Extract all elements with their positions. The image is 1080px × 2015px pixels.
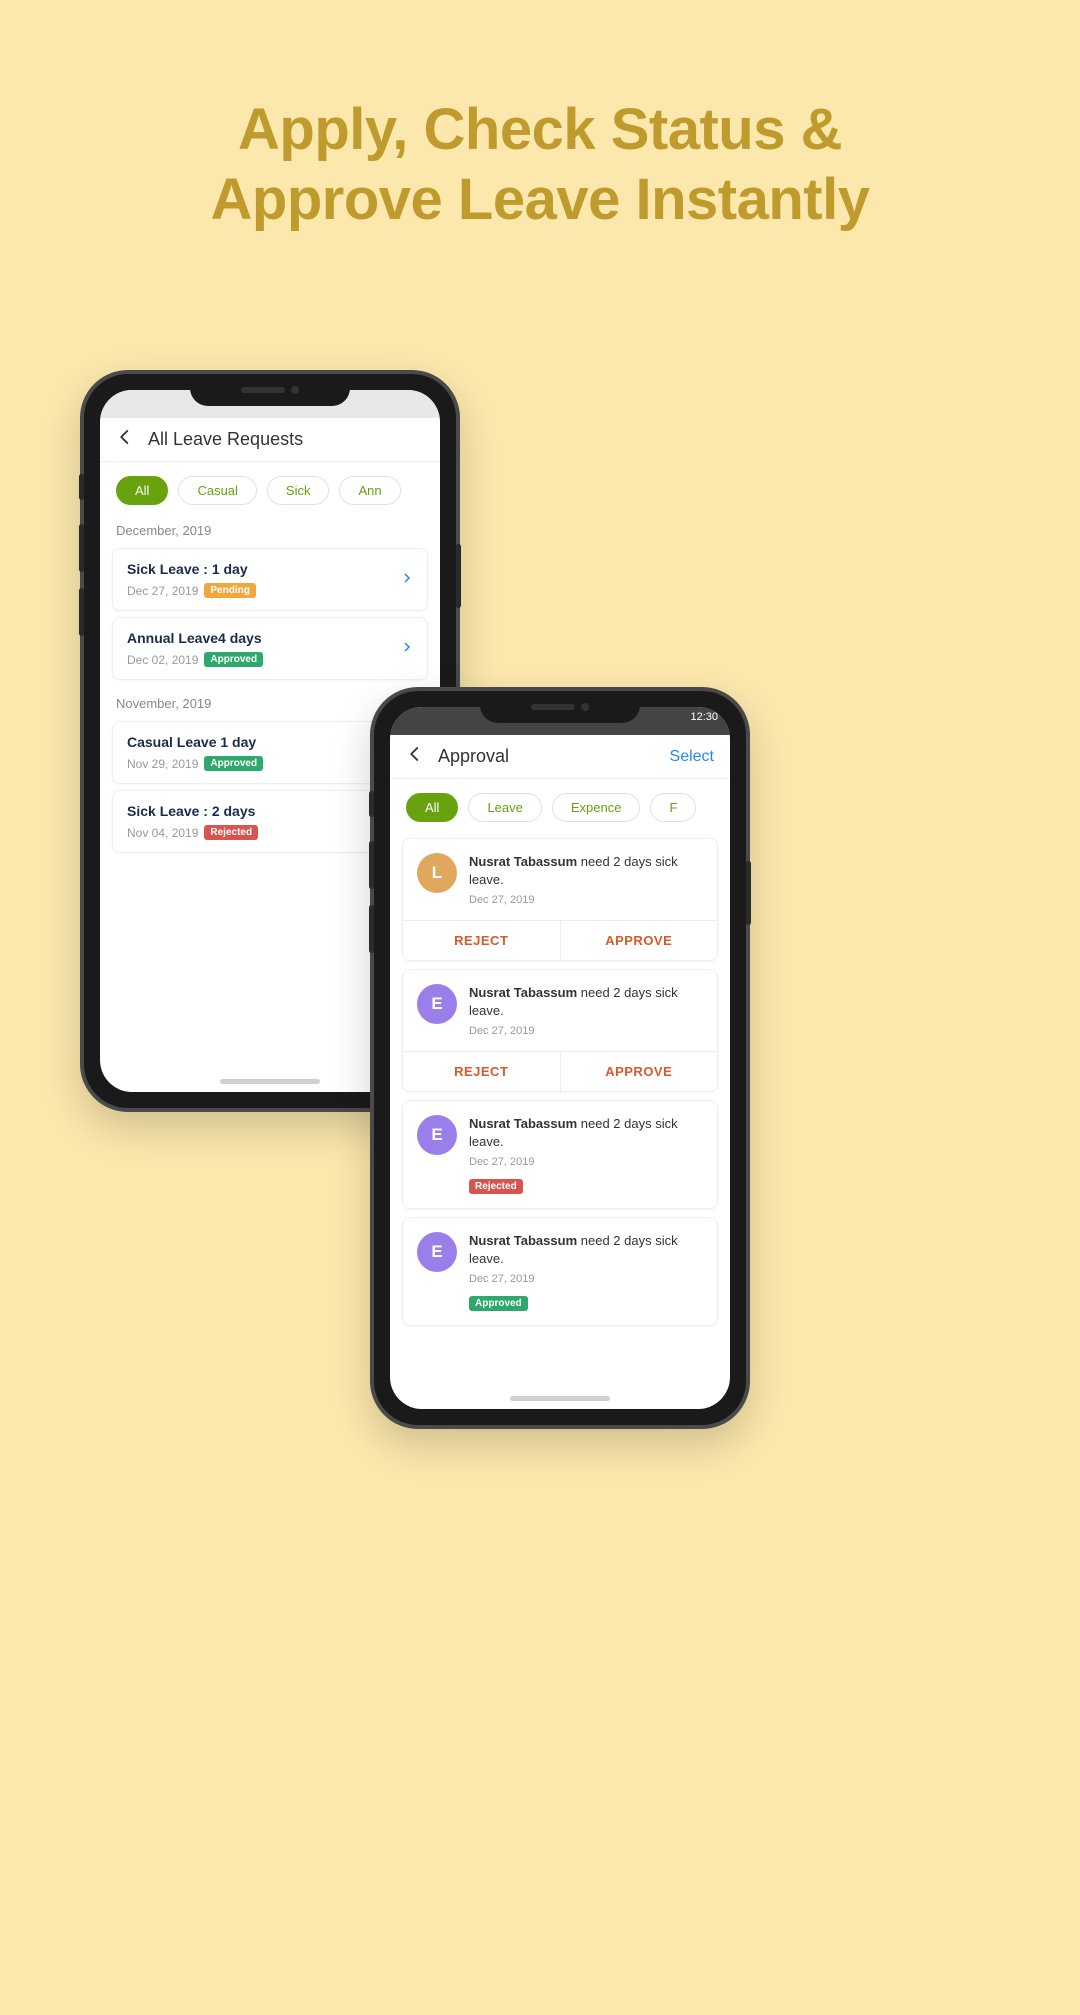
filter-pill-sick[interactable]: Sick <box>267 476 330 505</box>
filter-pill-f[interactable]: F <box>650 793 696 822</box>
approve-button[interactable]: APPROVE <box>561 921 718 960</box>
leave-card[interactable]: Sick Leave : 1 day Dec 27, 2019Pending <box>112 548 428 611</box>
approval-card[interactable]: E Nusrat Tabassum need 2 days sick leave.… <box>402 1217 718 1326</box>
approval-text: Nusrat Tabassum need 2 days sick leave. <box>469 1232 703 1267</box>
back-icon[interactable] <box>406 745 424 768</box>
filter-pill-all[interactable]: All <box>406 793 458 822</box>
page-title: All Leave Requests <box>148 429 303 450</box>
chevron-right-icon <box>401 571 413 589</box>
app-header: All Leave Requests <box>100 418 440 462</box>
status-badge: Approved <box>204 652 263 667</box>
status-time: 12:30 <box>690 711 718 723</box>
app-header: Approval Select <box>390 735 730 779</box>
approval-date: Dec 27, 2019 <box>469 1273 703 1285</box>
home-indicator <box>510 1396 610 1401</box>
approval-text: Nusrat Tabassum need 2 days sick leave. <box>469 853 703 888</box>
leave-card[interactable]: Annual Leave4 days Dec 02, 2019Approved <box>112 617 428 680</box>
approval-date: Dec 27, 2019 <box>469 1025 703 1037</box>
leave-title: Sick Leave : 1 day <box>127 561 401 577</box>
select-button[interactable]: Select <box>670 748 714 766</box>
approval-card[interactable]: E Nusrat Tabassum need 2 days sick leave.… <box>402 1100 718 1209</box>
filter-tabs: All Casual Sick Ann <box>100 462 440 513</box>
status-badge: Rejected <box>204 825 258 840</box>
avatar: L <box>417 853 457 893</box>
approval-card[interactable]: L Nusrat Tabassum need 2 days sick leave.… <box>402 838 718 961</box>
avatar: E <box>417 1115 457 1155</box>
approve-button[interactable]: APPROVE <box>561 1052 718 1091</box>
filter-pill-all[interactable]: All <box>116 476 168 505</box>
approval-card[interactable]: E Nusrat Tabassum need 2 days sick leave.… <box>402 969 718 1092</box>
status-badge: Approved <box>204 756 263 771</box>
leave-subtitle: Dec 27, 2019Pending <box>127 583 401 598</box>
approval-text: Nusrat Tabassum need 2 days sick leave. <box>469 1115 703 1150</box>
phone-mockup-approval: 12:30 Approval Select All Leave Expence F L… <box>370 687 750 1429</box>
filter-tabs: All Leave Expence F <box>390 779 730 830</box>
leave-title: Annual Leave4 days <box>127 630 401 646</box>
leave-subtitle: Dec 02, 2019Approved <box>127 652 401 667</box>
status-badge: Pending <box>204 583 255 598</box>
filter-pill-expence[interactable]: Expence <box>552 793 641 822</box>
approval-date: Dec 27, 2019 <box>469 1156 703 1168</box>
reject-button[interactable]: REJECT <box>403 921 561 960</box>
filter-pill-casual[interactable]: Casual <box>178 476 256 505</box>
status-badge: Rejected <box>469 1179 523 1194</box>
section-label: December, 2019 <box>100 513 440 542</box>
reject-button[interactable]: REJECT <box>403 1052 561 1091</box>
avatar: E <box>417 984 457 1024</box>
approval-date: Dec 27, 2019 <box>469 894 703 906</box>
back-icon[interactable] <box>116 428 134 451</box>
page-title: Approval <box>438 746 509 767</box>
avatar: E <box>417 1232 457 1272</box>
approval-text: Nusrat Tabassum need 2 days sick leave. <box>469 984 703 1019</box>
filter-pill-leave[interactable]: Leave <box>468 793 541 822</box>
filter-pill-ann[interactable]: Ann <box>339 476 400 505</box>
status-badge: Approved <box>469 1296 528 1311</box>
home-indicator <box>220 1079 320 1084</box>
hero-title: Apply, Check Status & Approve Leave Inst… <box>0 95 1080 234</box>
chevron-right-icon <box>401 640 413 658</box>
